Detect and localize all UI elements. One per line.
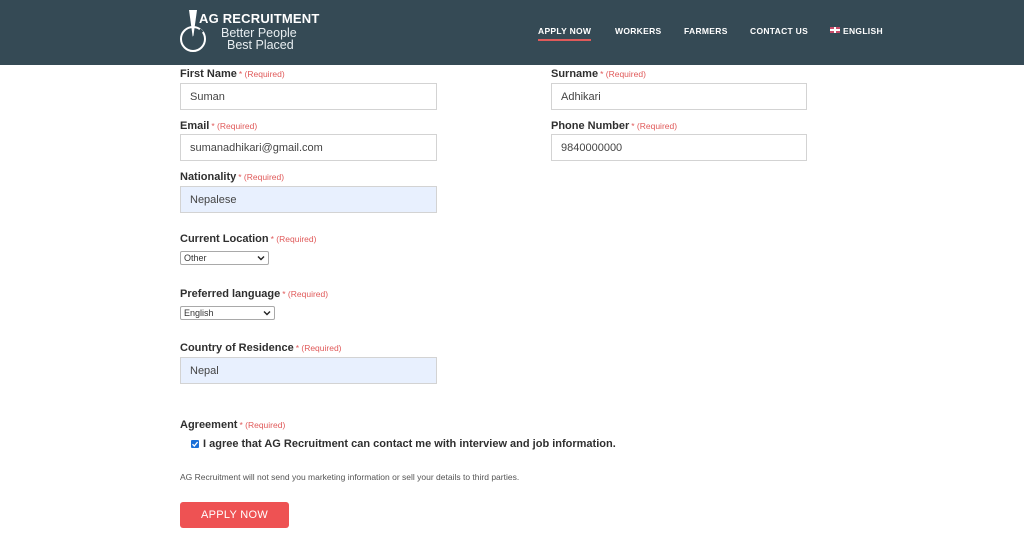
nav-contact-us[interactable]: CONTACT US <box>750 26 808 36</box>
checkmark-icon <box>192 441 199 447</box>
preferred-language-label-text: Preferred language <box>180 288 281 300</box>
country-label: Country of Residence * (Required) <box>180 342 342 354</box>
required-marker: * (Required) <box>282 289 329 299</box>
site-header: AG RECRUITMENT Better People Best Placed… <box>0 0 1024 65</box>
nav-language-label: ENGLISH <box>843 26 883 36</box>
required-marker: * (Required) <box>295 343 342 353</box>
agreement-checkbox[interactable] <box>191 440 199 448</box>
privacy-note: AG Recruitment will not send you marketi… <box>180 472 520 482</box>
agreement-text[interactable]: I agree that AG Recruitment can contact … <box>203 438 616 450</box>
phone-label: Phone Number * (Required) <box>551 120 677 132</box>
current-location-value: Other <box>184 253 207 263</box>
nav-farmers[interactable]: FARMERS <box>684 26 728 36</box>
nav-language[interactable]: ENGLISH <box>830 26 883 36</box>
nationality-input[interactable] <box>180 186 437 213</box>
nationality-label-text: Nationality <box>180 171 237 183</box>
preferred-language-select[interactable]: English <box>180 306 275 320</box>
country-label-text: Country of Residence <box>180 342 294 354</box>
first-name-label: First Name * (Required) <box>180 68 285 80</box>
surname-input[interactable] <box>551 83 807 110</box>
agreement-label-text: Agreement <box>180 419 238 431</box>
current-location-select[interactable]: Other <box>180 251 269 265</box>
chevron-down-icon <box>257 256 265 261</box>
preferred-language-value: English <box>184 308 214 318</box>
apply-now-button[interactable]: APPLY NOW <box>180 502 289 528</box>
chevron-down-icon <box>263 311 271 316</box>
agreement-label: Agreement * (Required) <box>180 419 285 431</box>
required-marker: * (Required) <box>238 69 285 79</box>
surname-label: Surname * (Required) <box>551 68 646 80</box>
required-marker: * (Required) <box>270 234 317 244</box>
nationality-label: Nationality * (Required) <box>180 171 284 183</box>
phone-input[interactable] <box>551 134 807 161</box>
required-marker: * (Required) <box>600 69 646 79</box>
first-name-label-text: First Name <box>180 68 237 80</box>
phone-label-text: Phone Number <box>551 120 630 132</box>
required-marker: * (Required) <box>239 420 286 430</box>
country-of-residence-input[interactable] <box>180 357 437 384</box>
required-marker: * (Required) <box>211 121 258 131</box>
required-marker: * (Required) <box>238 172 285 182</box>
logo-title: AG RECRUITMENT <box>199 11 320 26</box>
surname-label-text: Surname <box>551 68 599 80</box>
nav-apply-now[interactable]: APPLY NOW <box>538 26 592 41</box>
uk-flag-icon <box>830 27 840 33</box>
nav-workers[interactable]: WORKERS <box>615 26 662 36</box>
logo[interactable]: AG RECRUITMENT Better People Best Placed <box>179 8 329 56</box>
required-marker: * (Required) <box>631 121 678 131</box>
preferred-language-label: Preferred language * (Required) <box>180 288 328 300</box>
logo-tagline-2: Best Placed <box>227 38 294 52</box>
first-name-input[interactable] <box>180 83 437 110</box>
email-label: Email * (Required) <box>180 120 257 132</box>
current-location-label: Current Location * (Required) <box>180 233 316 245</box>
email-label-text: Email <box>180 120 210 132</box>
email-input[interactable] <box>180 134 437 161</box>
current-location-label-text: Current Location <box>180 233 269 245</box>
